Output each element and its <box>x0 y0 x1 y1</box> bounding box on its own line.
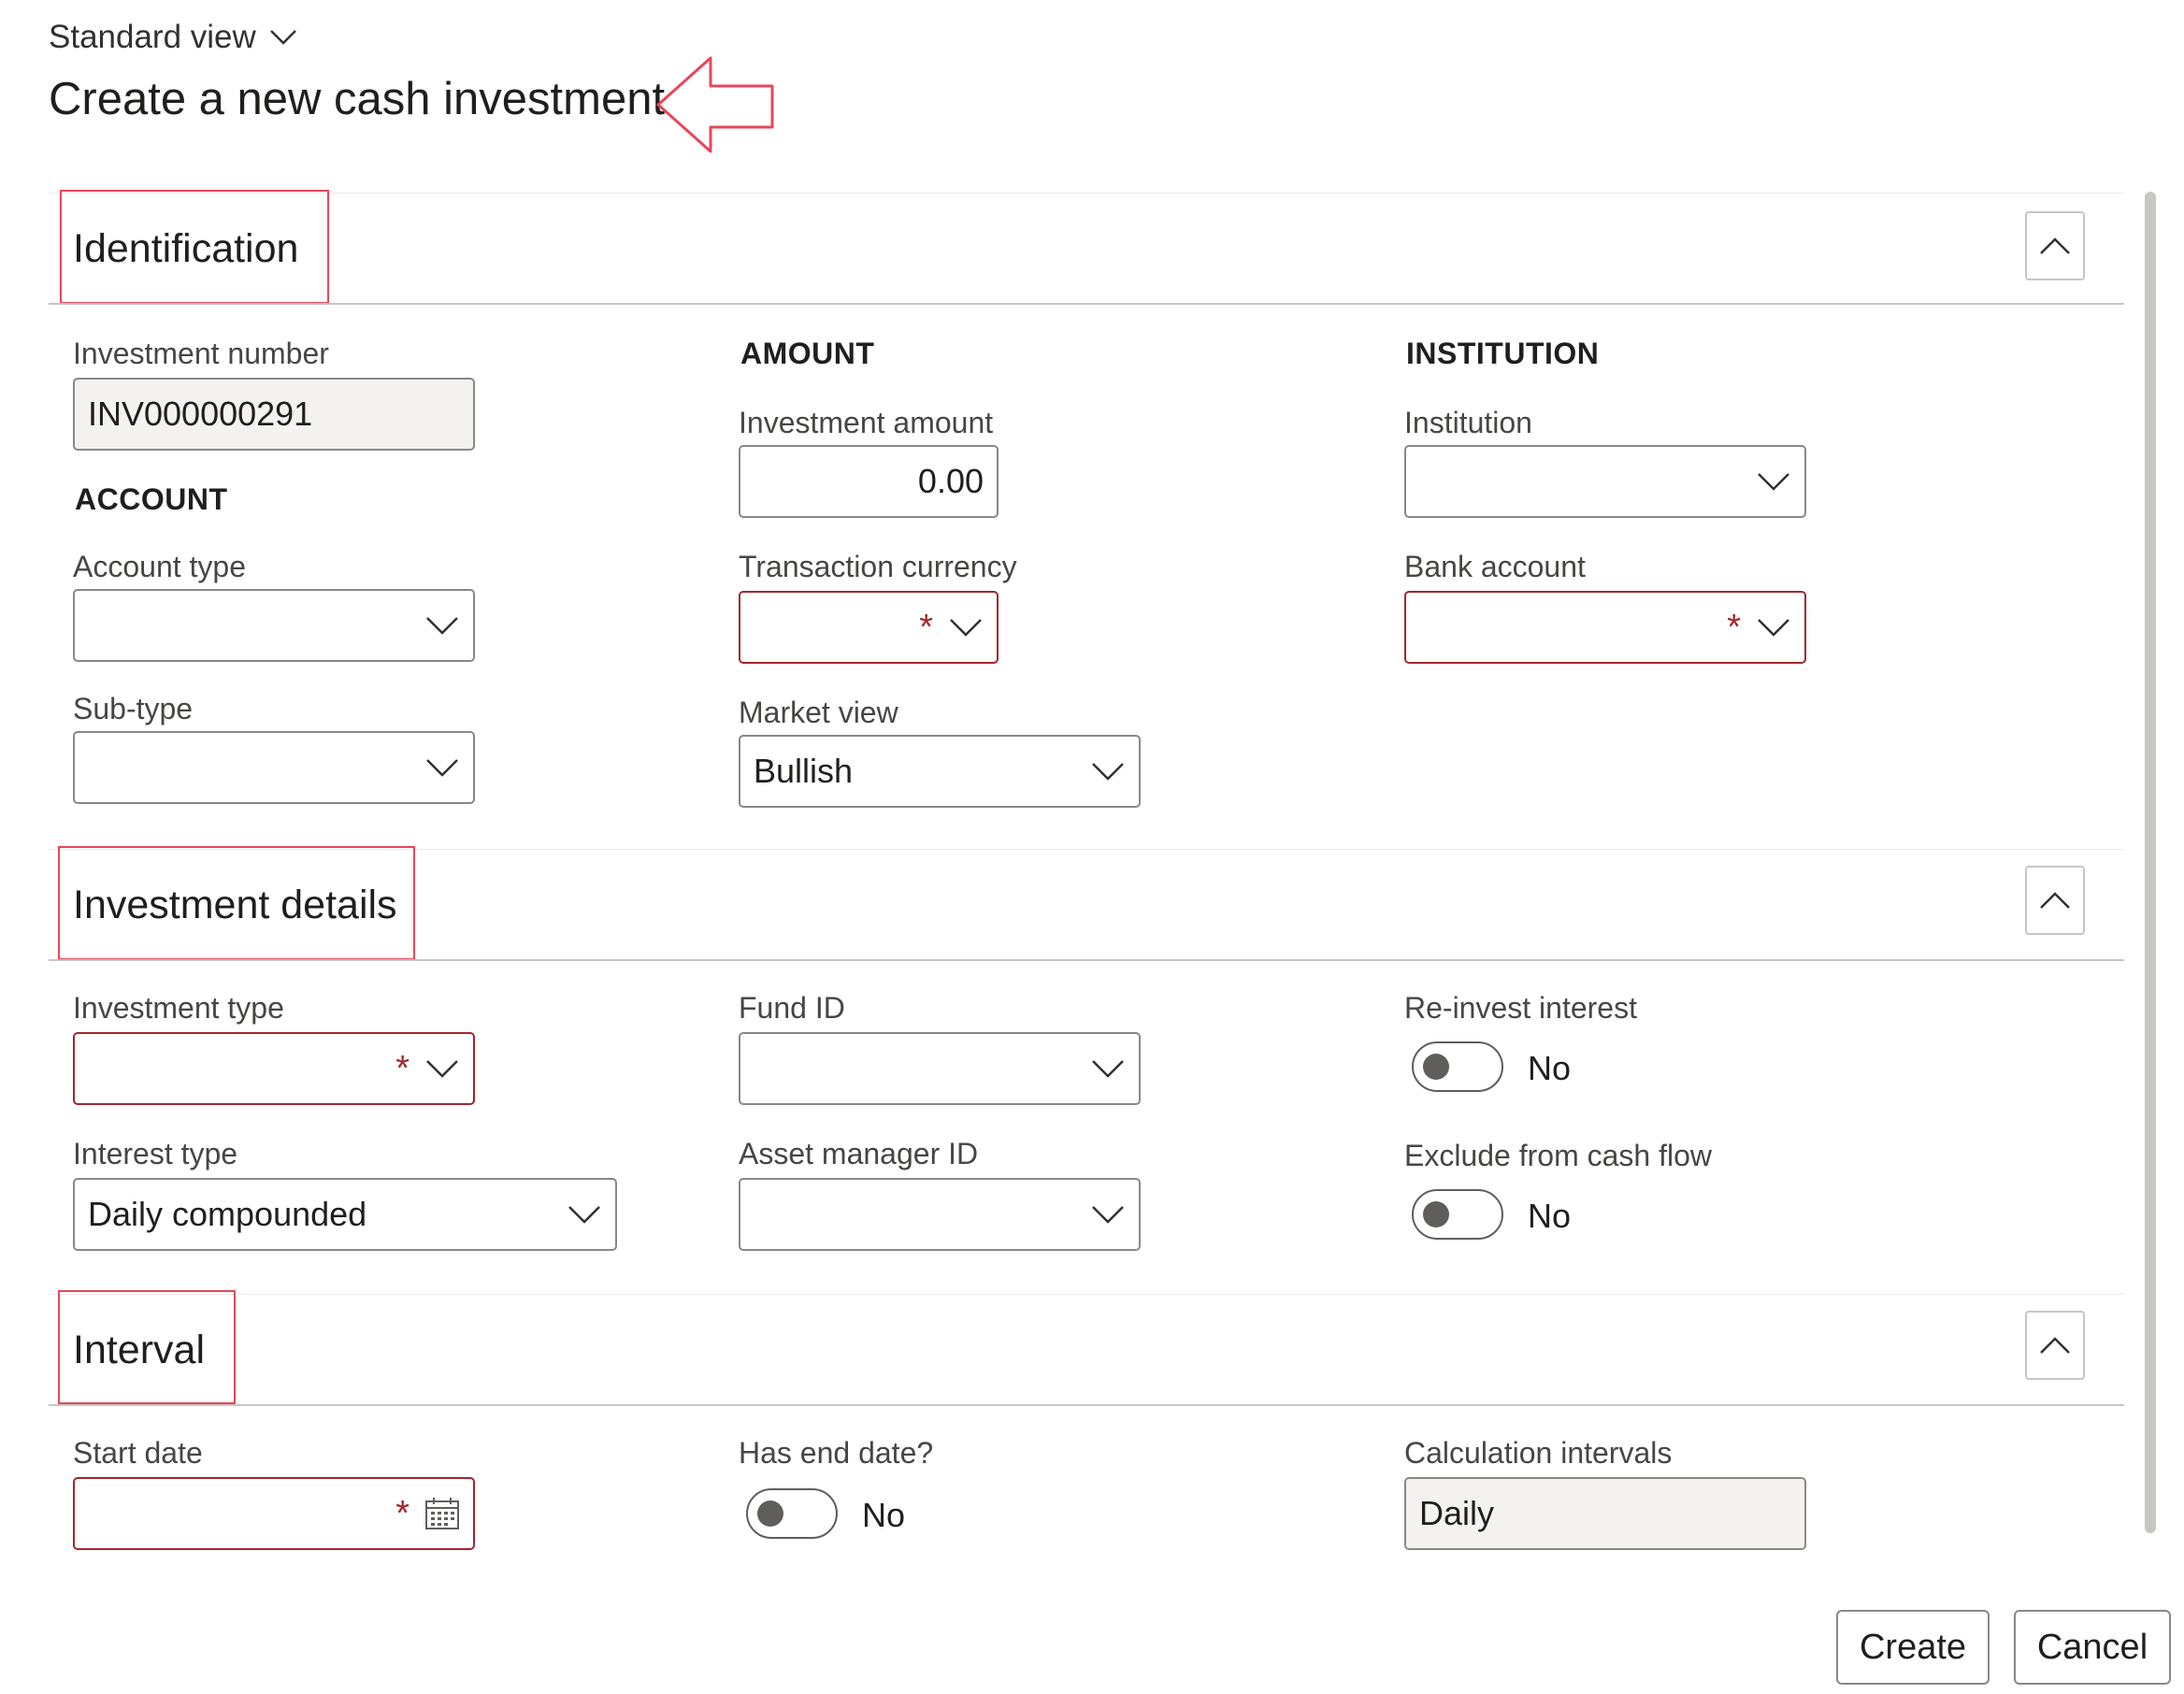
has-end-date-value: No <box>862 1496 906 1534</box>
section-header-line <box>49 959 2124 961</box>
asset-manager-label: Asset manager ID <box>739 1137 979 1170</box>
fund-id-dropdown[interactable] <box>739 1032 1141 1105</box>
sub-type-dropdown[interactable] <box>73 731 475 804</box>
exclude-cash-flow-label: Exclude from cash flow <box>1404 1139 1713 1172</box>
investment-number-label: Investment number <box>73 337 329 370</box>
chevron-down-icon <box>269 30 296 45</box>
reinvest-interest-toggle[interactable] <box>1412 1041 1503 1092</box>
investment-type-label: Investment type <box>73 991 284 1025</box>
account-type-dropdown[interactable] <box>73 589 475 662</box>
account-type-label: Account type <box>73 550 246 583</box>
view-selector[interactable]: Standard view <box>49 19 297 56</box>
chevron-down-icon <box>1092 763 1124 781</box>
collapse-interval-button[interactable] <box>2025 1311 2085 1380</box>
bank-account-dropdown[interactable]: * <box>1404 591 1806 664</box>
transaction-currency-dropdown[interactable]: * <box>739 591 999 664</box>
chevron-up-icon <box>2040 1337 2070 1354</box>
required-asterisk: * <box>1727 608 1741 647</box>
chevron-down-icon <box>426 617 458 635</box>
reinvest-interest-label: Re-invest interest <box>1404 991 1637 1025</box>
investment-number-field[interactable]: INV000000291 <box>73 378 475 451</box>
section-divider <box>49 193 2124 194</box>
required-asterisk: * <box>395 1494 410 1533</box>
section-header-line <box>49 303 2124 305</box>
has-end-date-label: Has end date? <box>739 1436 934 1470</box>
interest-type-dropdown[interactable]: Daily compounded <box>73 1178 617 1251</box>
annotation-box <box>58 1290 236 1404</box>
chevron-down-icon <box>426 759 458 777</box>
bank-account-label: Bank account <box>1404 550 1586 583</box>
collapse-identification-button[interactable] <box>2025 211 2085 280</box>
asset-manager-dropdown[interactable] <box>739 1178 1141 1251</box>
required-asterisk: * <box>395 1049 410 1088</box>
start-date-field[interactable]: * <box>73 1477 475 1550</box>
investment-amount-value: 0.00 <box>917 462 984 500</box>
chevron-down-icon <box>1758 473 1789 491</box>
create-button[interactable]: Create <box>1836 1610 1990 1685</box>
chevron-down-icon <box>568 1206 600 1224</box>
section-header-line <box>49 1404 2124 1406</box>
required-asterisk: * <box>919 608 933 647</box>
page-title: Create a new cash investment <box>49 74 666 124</box>
chevron-up-icon <box>2040 237 2070 254</box>
exclude-cash-flow-toggle[interactable] <box>1412 1189 1503 1240</box>
market-view-dropdown[interactable]: Bullish <box>739 735 1141 808</box>
chevron-down-icon <box>1758 619 1789 637</box>
toggle-knob <box>1423 1054 1449 1080</box>
toggle-knob <box>757 1500 783 1527</box>
institution-group-heading: INSTITUTION <box>1406 337 1600 370</box>
cancel-button[interactable]: Cancel <box>2014 1610 2171 1685</box>
fund-id-label: Fund ID <box>739 991 845 1025</box>
chevron-down-icon <box>426 1060 458 1078</box>
scrollbar[interactable] <box>2145 192 2156 1533</box>
amount-group-heading: AMOUNT <box>740 337 875 370</box>
exclude-cash-flow-value: No <box>1528 1197 1572 1235</box>
investment-type-dropdown[interactable]: * <box>73 1032 475 1105</box>
transaction-currency-label: Transaction currency <box>739 550 1017 583</box>
market-view-label: Market view <box>739 696 898 729</box>
collapse-investment-details-button[interactable] <box>2025 866 2085 935</box>
section-divider <box>49 1294 2124 1295</box>
chevron-down-icon <box>1092 1206 1124 1224</box>
annotation-arrow-icon <box>656 56 774 153</box>
account-group-heading: ACCOUNT <box>75 482 228 516</box>
start-date-label: Start date <box>73 1436 203 1470</box>
annotation-box <box>58 846 415 960</box>
institution-dropdown[interactable] <box>1404 445 1806 518</box>
investment-amount-field[interactable]: 0.00 <box>739 445 999 518</box>
chevron-down-icon <box>1092 1060 1124 1078</box>
calendar-icon[interactable] <box>424 1497 460 1530</box>
has-end-date-toggle[interactable] <box>746 1488 838 1539</box>
chevron-up-icon <box>2040 892 2070 909</box>
calculation-intervals-field[interactable]: Daily <box>1404 1477 1806 1550</box>
toggle-knob <box>1423 1201 1449 1227</box>
reinvest-interest-value: No <box>1528 1049 1572 1087</box>
annotation-box <box>60 190 329 304</box>
sub-type-label: Sub-type <box>73 692 194 725</box>
investment-number-value: INV000000291 <box>88 395 313 433</box>
interest-type-label: Interest type <box>73 1137 238 1170</box>
view-selector-label: Standard view <box>49 19 256 55</box>
market-view-value: Bullish <box>754 752 854 790</box>
institution-label: Institution <box>1404 406 1532 439</box>
calculation-intervals-label: Calculation intervals <box>1404 1436 1673 1470</box>
chevron-down-icon <box>950 619 982 637</box>
investment-amount-label: Investment amount <box>739 406 994 439</box>
calculation-intervals-value: Daily <box>1419 1494 1495 1532</box>
interest-type-value: Daily compounded <box>88 1195 367 1233</box>
